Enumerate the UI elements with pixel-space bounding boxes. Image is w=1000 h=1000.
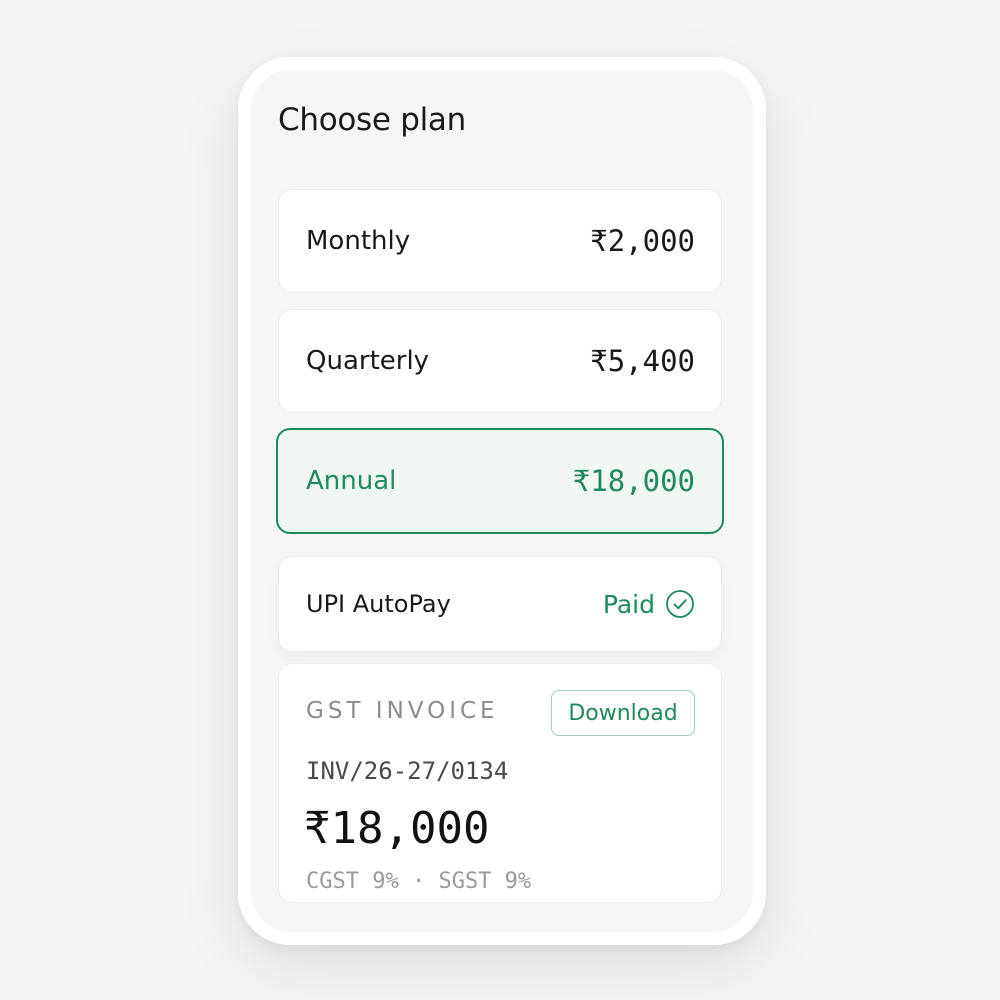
invoice-label: GST INVOICE — [306, 698, 499, 724]
plan-name: Monthly — [306, 226, 411, 256]
payment-status-card: UPI AutoPay Paid — [278, 556, 722, 652]
payment-status-text: Paid — [602, 589, 655, 619]
invoice-number: INV/26-27/0134 — [306, 757, 509, 785]
invoice-tax-breakdown: CGST 9% · SGST 9% — [306, 869, 532, 894]
plan-price: ₹2,000 — [590, 224, 695, 258]
payment-status: Paid — [603, 589, 695, 619]
page-title: Choose plan — [278, 102, 466, 138]
download-button[interactable]: Download — [551, 690, 695, 736]
plan-price: ₹5,400 — [590, 344, 695, 378]
plan-option-monthly[interactable]: Monthly ₹2,000 — [278, 189, 722, 293]
invoice-amount: ₹18,000 — [304, 803, 490, 854]
plan-name: Quarterly — [306, 346, 430, 376]
phone-frame: Choose plan Monthly ₹2,000 Quarterly ₹5,… — [238, 57, 766, 945]
plan-price: ₹18,000 — [572, 464, 695, 498]
plan-option-annual[interactable]: Annual ₹18,000 — [276, 428, 724, 534]
plan-screen: Choose plan Monthly ₹2,000 Quarterly ₹5,… — [251, 70, 753, 932]
plan-name: Annual — [306, 466, 397, 496]
payment-method: UPI AutoPay — [306, 590, 451, 618]
gst-invoice-card: GST INVOICE Download INV/26-27/0134 ₹18,… — [278, 663, 722, 903]
check-circle-icon — [666, 590, 694, 618]
plan-option-quarterly[interactable]: Quarterly ₹5,400 — [278, 309, 722, 413]
